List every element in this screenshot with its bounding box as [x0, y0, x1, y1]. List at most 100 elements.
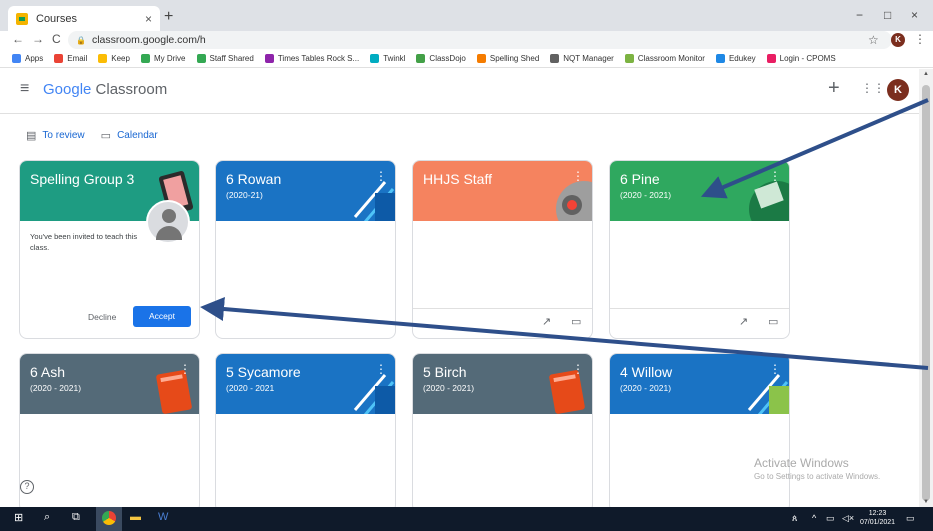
- file-explorer-icon[interactable]: ▬: [130, 511, 141, 527]
- teacher-profile-icon: [146, 200, 190, 244]
- class-card-5-sycamore[interactable]: 5 Sycamore (2020 - 2021 ⋮: [215, 353, 396, 513]
- tray-chevron-icon[interactable]: ^: [812, 513, 816, 523]
- class-card-hhjs-staff[interactable]: HHJS Staff ⋮ ↗ ▭: [412, 160, 593, 339]
- class-name: 6 Rowan: [226, 171, 282, 187]
- card-menu-icon[interactable]: ⋮: [769, 362, 781, 376]
- bookmark-label: Apps: [25, 54, 44, 63]
- address-bar[interactable]: 🔒 classroom.google.com/h: [68, 31, 892, 49]
- volume-icon[interactable]: ◁×: [842, 513, 854, 524]
- card-banner: 4 Willow (2020 - 2021) ⋮: [610, 354, 789, 414]
- scroll-thumb[interactable]: [922, 85, 930, 501]
- browser-tab-strip: Courses × + − □ ×: [0, 0, 933, 31]
- chrome-taskbar-icon[interactable]: [96, 507, 122, 531]
- card-menu-icon[interactable]: ⋮: [769, 169, 781, 183]
- bookmark-item[interactable]: Spelling Shed: [476, 54, 539, 63]
- class-card-5-birch[interactable]: 5 Birch (2020 - 2021) ⋮: [412, 353, 593, 513]
- forward-button[interactable]: →: [32, 32, 44, 46]
- card-menu-icon[interactable]: ⋮: [375, 169, 387, 183]
- brand-google: Google: [43, 81, 92, 98]
- to-review-label: To review: [42, 130, 85, 141]
- bookmark-item[interactable]: Edukey: [715, 54, 756, 63]
- bookmark-icon: [370, 54, 380, 63]
- scroll-down-icon[interactable]: ▼: [923, 499, 929, 505]
- bookmark-icon: [715, 54, 725, 63]
- clock[interactable]: 12:23 07/01/2021: [860, 509, 895, 527]
- word-icon[interactable]: W: [158, 511, 168, 527]
- bookmark-icon: [264, 54, 274, 63]
- bookmark-label: Email: [67, 54, 88, 63]
- scroll-up-icon[interactable]: ▲: [923, 71, 929, 77]
- folder-icon[interactable]: ▭: [768, 315, 778, 328]
- card-menu-icon[interactable]: ⋮: [572, 362, 584, 376]
- card-menu-icon[interactable]: ⋮: [179, 362, 191, 376]
- calendar-link[interactable]: ▭ Calendar: [101, 129, 158, 142]
- calendar-icon: ▭: [100, 130, 112, 142]
- bookmark-item[interactable]: ClassDojo: [416, 54, 466, 63]
- decline-button[interactable]: Decline: [88, 312, 116, 322]
- people-icon[interactable]: ጰ: [792, 513, 797, 524]
- folder-icon[interactable]: ▭: [571, 315, 581, 328]
- trending-icon[interactable]: ↗: [739, 315, 748, 328]
- bookmark-star-icon[interactable]: ☆: [868, 33, 879, 47]
- activate-title: Activate Windows: [754, 456, 849, 470]
- bookmark-item[interactable]: Classroom Monitor: [624, 54, 705, 63]
- card-menu-icon[interactable]: ⋮: [572, 169, 584, 183]
- tab-close-icon[interactable]: ×: [145, 12, 152, 26]
- network-icon[interactable]: ▭: [826, 513, 835, 524]
- notifications-icon[interactable]: ▭: [906, 513, 915, 524]
- bookmarks-bar: Apps Email Keep My Drive Staff Shared Times T…: [0, 50, 933, 68]
- card-footer: ↗ ▭: [610, 308, 789, 338]
- bookmark-item[interactable]: My Drive: [140, 54, 186, 63]
- tab-courses[interactable]: Courses ×: [8, 6, 160, 31]
- class-section: (2020-21): [226, 190, 263, 200]
- task-view-icon[interactable]: ⧉: [72, 511, 80, 527]
- card-menu-icon[interactable]: ⋮: [375, 362, 387, 376]
- bookmark-item[interactable]: Email: [54, 54, 87, 63]
- browser-menu-icon[interactable]: ⋮: [914, 32, 926, 46]
- accept-button[interactable]: Accept: [133, 306, 191, 327]
- minimize-button[interactable]: −: [856, 8, 863, 22]
- class-section: (2020 - 2021: [226, 383, 275, 393]
- activate-windows-watermark: Activate Windows Go to Settings to activ…: [754, 456, 880, 481]
- class-card-6-ash[interactable]: 6 Ash (2020 - 2021) ⋮: [19, 353, 200, 513]
- help-icon[interactable]: ?: [20, 480, 34, 494]
- bookmark-item[interactable]: Apps: [12, 54, 43, 63]
- bookmark-icon: [140, 54, 150, 63]
- bookmark-label: Keep: [111, 54, 130, 63]
- reload-button[interactable]: C: [52, 32, 61, 46]
- search-icon[interactable]: ⌕: [44, 511, 50, 527]
- back-button[interactable]: ←: [12, 32, 24, 46]
- bookmark-item[interactable]: Times Tables Rock S...: [264, 54, 359, 63]
- bookmark-item[interactable]: Twinkl: [370, 54, 405, 63]
- bookmark-icon: [624, 54, 634, 63]
- class-card-spelling-group-3[interactable]: Spelling Group 3 You've been invited to …: [19, 160, 200, 339]
- clock-time: 12:23: [868, 510, 887, 517]
- to-review-link[interactable]: ▤ To review: [26, 129, 85, 142]
- invite-text: You've been invited to teach this class.: [30, 232, 138, 252]
- activate-subtitle: Go to Settings to activate Windows.: [754, 472, 881, 481]
- class-section: (2020 - 2021): [423, 383, 475, 393]
- class-card-6-pine[interactable]: 6 Pine (2020 - 2021) ⋮ ↗ ▭: [609, 160, 790, 339]
- class-card-6-rowan[interactable]: 6 Rowan (2020-21) ⋮: [215, 160, 396, 339]
- bookmark-icon: [54, 54, 64, 63]
- maximize-button[interactable]: □: [884, 8, 891, 22]
- card-banner: HHJS Staff ⋮: [413, 161, 592, 221]
- bookmark-item[interactable]: Staff Shared: [196, 54, 254, 63]
- bookmark-label: Edukey: [728, 54, 756, 63]
- class-card-4-willow[interactable]: 4 Willow (2020 - 2021) ⋮: [609, 353, 790, 513]
- browser-profile-avatar[interactable]: K: [891, 33, 905, 47]
- page-scrollbar[interactable]: ▲ ▼: [919, 69, 933, 507]
- brand-logo[interactable]: Google Classroom: [43, 81, 167, 98]
- bookmark-icon: [476, 54, 486, 63]
- bookmark-item[interactable]: NQT Manager: [550, 54, 614, 63]
- windows-start-icon[interactable]: ⊞: [14, 511, 23, 527]
- account-avatar[interactable]: K: [887, 79, 909, 101]
- bookmark-label: ClassDojo: [429, 54, 466, 63]
- create-join-button[interactable]: +: [828, 77, 840, 100]
- bookmark-item[interactable]: Keep: [98, 54, 130, 63]
- new-tab-button[interactable]: +: [164, 8, 173, 26]
- window-close-button[interactable]: ×: [911, 8, 918, 22]
- bookmark-item[interactable]: Login - CPOMS: [766, 54, 836, 63]
- trending-icon[interactable]: ↗: [542, 315, 551, 328]
- main-menu-icon[interactable]: ≡: [20, 80, 29, 98]
